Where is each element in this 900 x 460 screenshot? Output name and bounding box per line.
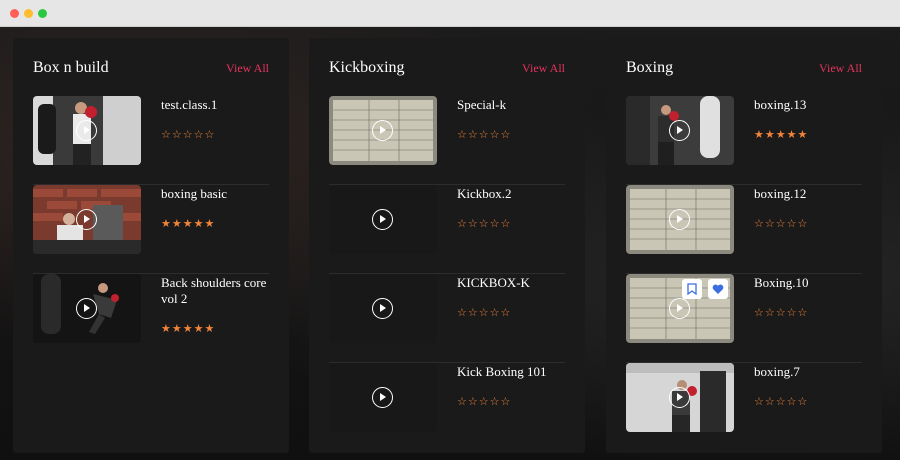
video-item[interactable]: Special-k ☆☆☆☆☆ [329,96,565,185]
star-rating: ☆☆☆☆☆ [754,306,809,319]
video-title[interactable]: Boxing.10 [754,275,862,291]
play-circle-icon[interactable] [372,387,393,408]
star-rating: ☆☆☆☆☆ [457,217,512,230]
video-meta: boxing basic ★★★★★ [141,185,269,273]
play-circle-icon[interactable] [669,298,690,319]
panel-header: Box n build View All [33,38,269,96]
video-thumbnail[interactable] [329,96,437,165]
play-circle-icon[interactable] [372,209,393,230]
window-maximize-dot[interactable] [38,9,47,18]
star-rating: ★★★★★ [161,217,216,230]
star-rating: ☆☆☆☆☆ [457,128,512,141]
panel-header: Boxing View All [626,38,862,96]
play-circle-icon[interactable] [669,387,690,408]
panel-boxing: Boxing View All boxing.13 ★★★★★ boxing.1… [606,38,882,453]
video-item[interactable]: boxing basic ★★★★★ [33,185,269,274]
video-thumbnail[interactable] [626,96,734,165]
star-rating: ☆☆☆☆☆ [457,395,512,408]
video-title[interactable]: KICKBOX-K [457,275,565,291]
video-thumbnail[interactable] [329,363,437,432]
play-circle-icon[interactable] [669,120,690,141]
play-circle-icon[interactable] [372,298,393,319]
video-title[interactable]: test.class.1 [161,97,269,113]
video-meta: Kick Boxing 101 ☆☆☆☆☆ [437,363,565,452]
video-item[interactable]: Back shoulders core vol 2 ★★★★★ [33,274,269,363]
heart-icon [712,284,724,294]
panel-kickboxing: Kickboxing View All Special-k ☆☆☆☆☆ Kick… [309,38,585,453]
video-thumbnail[interactable] [329,185,437,254]
video-title[interactable]: boxing.12 [754,186,862,202]
star-rating: ★★★★★ [754,128,809,141]
panel-box-n-build: Box n build View All test.class.1 ☆☆☆☆☆ … [13,38,289,453]
star-rating: ☆☆☆☆☆ [161,128,216,141]
view-all-link[interactable]: View All [819,61,862,76]
video-thumbnail[interactable] [33,185,141,254]
video-thumbnail[interactable] [33,274,141,343]
video-item[interactable]: KICKBOX-K ☆☆☆☆☆ [329,274,565,363]
video-title[interactable]: Kickbox.2 [457,186,565,202]
video-item[interactable]: boxing.13 ★★★★★ [626,96,862,185]
view-all-link[interactable]: View All [226,61,269,76]
video-meta: Special-k ☆☆☆☆☆ [437,96,565,184]
star-rating: ☆☆☆☆☆ [754,395,809,408]
view-all-link[interactable]: View All [522,61,565,76]
star-rating: ☆☆☆☆☆ [457,306,512,319]
star-rating: ☆☆☆☆☆ [754,217,809,230]
video-thumbnail[interactable] [33,96,141,165]
play-circle-icon[interactable] [76,209,97,230]
play-circle-icon[interactable] [669,209,690,230]
video-thumbnail[interactable] [626,185,734,254]
content-area: Box n build View All test.class.1 ☆☆☆☆☆ … [0,27,900,460]
play-circle-icon[interactable] [372,120,393,141]
window-minimize-dot[interactable] [24,9,33,18]
video-item[interactable]: boxing.7 ☆☆☆☆☆ [626,363,862,452]
video-meta: Kickbox.2 ☆☆☆☆☆ [437,185,565,273]
video-title[interactable]: boxing.7 [754,364,862,380]
video-title[interactable]: Special-k [457,97,565,113]
video-thumbnail[interactable] [626,363,734,432]
video-title[interactable]: boxing basic [161,186,269,202]
video-meta: KICKBOX-K ☆☆☆☆☆ [437,274,565,362]
favorite-button[interactable] [708,279,728,299]
bookmark-icon [687,283,697,295]
browser-chrome [0,0,900,27]
video-thumbnail[interactable] [329,274,437,343]
video-title[interactable]: Kick Boxing 101 [457,364,565,380]
panel-header: Kickboxing View All [329,38,565,96]
panel-title: Kickboxing [329,59,405,76]
video-item[interactable]: test.class.1 ☆☆☆☆☆ [33,96,269,185]
panel-title: Boxing [626,59,674,76]
video-title[interactable]: boxing.13 [754,97,862,113]
window-close-dot[interactable] [10,9,19,18]
bookmark-button[interactable] [682,279,702,299]
video-item[interactable]: Kick Boxing 101 ☆☆☆☆☆ [329,363,565,452]
video-thumbnail[interactable] [626,274,734,343]
play-circle-icon[interactable] [76,120,97,141]
video-meta: boxing.13 ★★★★★ [734,96,862,184]
play-circle-icon[interactable] [76,298,97,319]
video-meta: boxing.7 ☆☆☆☆☆ [734,363,862,452]
video-item[interactable]: boxing.12 ☆☆☆☆☆ [626,185,862,274]
video-meta: test.class.1 ☆☆☆☆☆ [141,96,269,184]
video-meta: Boxing.10 ☆☆☆☆☆ [734,274,862,362]
panel-title: Box n build [33,59,109,76]
video-title[interactable]: Back shoulders core vol 2 [161,275,269,307]
video-meta: boxing.12 ☆☆☆☆☆ [734,185,862,273]
star-rating: ★★★★★ [161,322,216,335]
video-meta: Back shoulders core vol 2 ★★★★★ [141,274,269,363]
video-item[interactable]: Kickbox.2 ☆☆☆☆☆ [329,185,565,274]
video-item[interactable]: Boxing.10 ☆☆☆☆☆ [626,274,862,363]
